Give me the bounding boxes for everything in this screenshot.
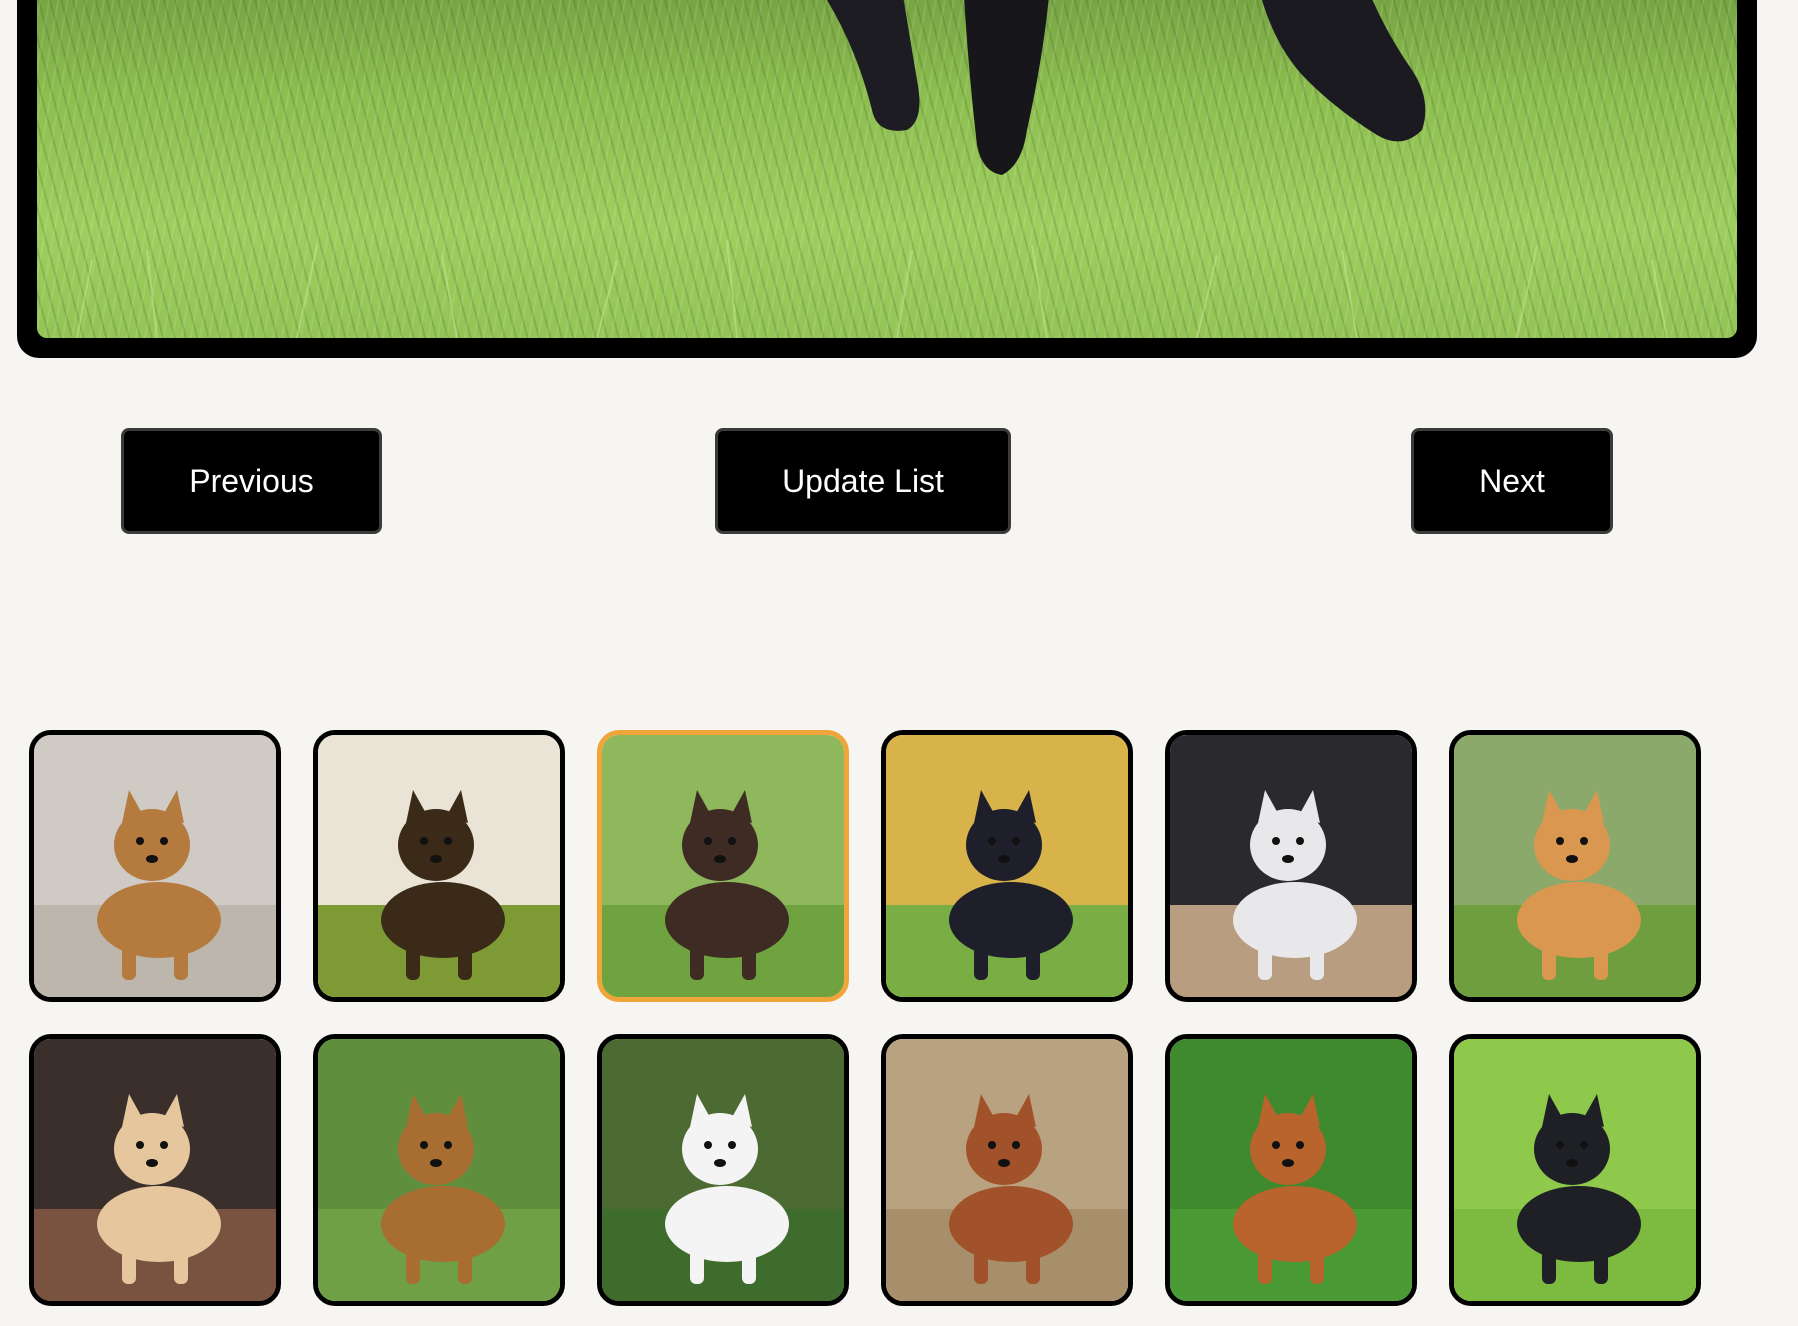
dog-photo-icon — [1170, 1039, 1412, 1301]
next-button[interactable]: Next — [1411, 428, 1613, 534]
dog-thumbnail-newfoundland[interactable] — [1449, 1034, 1701, 1306]
dog-photo-icon — [34, 735, 276, 997]
previous-button[interactable]: Previous — [121, 428, 382, 534]
dog-thumbnail-labradoodle[interactable] — [29, 730, 281, 1002]
dog-leg-front-right — [964, 0, 1049, 175]
main-image-viewer — [17, 0, 1757, 358]
dog-photo-icon — [318, 1039, 560, 1301]
dog-thumbnail-german-shepherd[interactable] — [313, 730, 565, 1002]
dog-photo-icon — [1170, 735, 1412, 997]
dog-leg-back — [1262, 0, 1426, 142]
dog-thumbnail-airedale[interactable] — [313, 1034, 565, 1306]
dog-thumbnail-brittany[interactable] — [1165, 1034, 1417, 1306]
dog-legs-illustration — [76, 0, 1668, 338]
grass-blades — [76, 239, 1668, 338]
dog-thumbnail-chocolate-lab[interactable] — [597, 730, 849, 1002]
dog-thumbnail-pomeranian[interactable] — [1449, 730, 1701, 1002]
dog-thumbnail-poodle[interactable] — [597, 1034, 849, 1306]
dog-thumbnail-basenji[interactable] — [881, 1034, 1133, 1306]
dog-thumbnail-chihuahua[interactable] — [29, 1034, 281, 1306]
dog-photo-icon — [602, 1039, 844, 1301]
dog-photo-icon — [886, 1039, 1128, 1301]
dog-photo-icon — [1454, 735, 1696, 997]
dog-leg-front-left — [827, 0, 920, 131]
dog-thumbnail-husky[interactable] — [1165, 730, 1417, 1002]
dog-photo-icon — [1454, 1039, 1696, 1301]
dog-thumbnail-french-bulldog[interactable] — [881, 730, 1133, 1002]
dog-photo-icon — [886, 735, 1128, 997]
dog-photo-icon — [34, 1039, 276, 1301]
dog-photo-icon — [602, 735, 844, 997]
update-list-button[interactable]: Update List — [715, 428, 1011, 534]
dog-photo-icon — [318, 735, 560, 997]
main-dog-photo — [37, 0, 1737, 338]
